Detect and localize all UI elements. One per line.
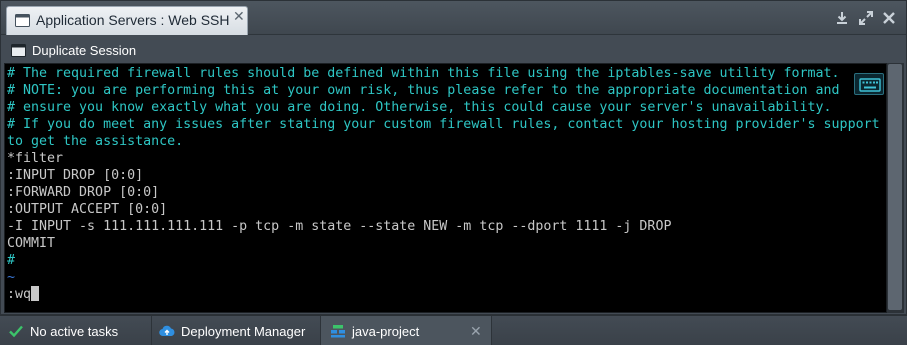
taskbar-divider: [491, 316, 492, 345]
deployment-manager-tab[interactable]: Deployment Manager: [159, 316, 305, 345]
close-icon[interactable]: [881, 10, 897, 26]
terminal-line: # If you do meet any issues after statin…: [7, 117, 880, 132]
terminal-line: #: [7, 253, 16, 268]
java-project-close-icon[interactable]: ✕: [470, 323, 482, 340]
terminal-lines: # The required firewall rules should be …: [7, 65, 886, 286]
terminal-line: :OUTPUT ACCEPT [0:0]: [7, 202, 168, 217]
terminal-line: # The required firewall rules should be …: [7, 66, 840, 81]
tab-close-icon[interactable]: ✕: [233, 9, 245, 23]
terminal-output[interactable]: # The required firewall rules should be …: [4, 63, 887, 313]
environment-icon: [331, 325, 345, 338]
title-bar: Application Servers : Web SSH ✕: [1, 1, 906, 35]
expand-icon[interactable]: [858, 10, 874, 26]
terminal-line: to get the assistance.: [7, 134, 184, 149]
command-text: :wq: [7, 287, 32, 302]
taskbar: No active tasks Deployment Manager java-…: [0, 315, 907, 345]
tab-web-ssh[interactable]: Application Servers : Web SSH ✕: [6, 6, 248, 35]
ssh-window: Application Servers : Web SSH ✕ Duplicat…: [0, 0, 907, 315]
download-icon[interactable]: [834, 10, 850, 26]
task-status-label: No active tasks: [30, 323, 119, 339]
java-project-tab[interactable]: java-project: [330, 316, 419, 345]
keyboard-button[interactable]: [854, 73, 884, 95]
duplicate-session-label: Duplicate Session: [32, 42, 137, 58]
terminal-line: :FORWARD DROP [0:0]: [7, 185, 160, 200]
duplicate-session-button[interactable]: Duplicate Session: [11, 40, 136, 60]
terminal-line: COMMIT: [7, 236, 56, 251]
task-status[interactable]: No active tasks: [8, 316, 118, 345]
taskbar-divider: [151, 316, 152, 345]
java-project-label: java-project: [352, 323, 420, 339]
terminal-line: # NOTE: you are performing this at your …: [7, 83, 840, 98]
text-cursor: [31, 286, 40, 301]
terminal-line: :INPUT DROP [0:0]: [7, 168, 144, 183]
cloud-upload-icon: [159, 325, 175, 337]
session-icon: [11, 43, 26, 57]
terminal-scrollbar[interactable]: [887, 63, 904, 313]
terminal-line: ~: [7, 270, 16, 285]
keyboard-icon: [859, 78, 881, 92]
terminal-line: -I INPUT -s 111.111.111.111 -p tcp -m st…: [7, 219, 672, 234]
scrollbar-thumb[interactable]: [888, 64, 902, 310]
window-icon: [15, 14, 30, 27]
command-line[interactable]: :wq: [7, 286, 886, 303]
deployment-manager-label: Deployment Manager: [181, 323, 306, 339]
terminal-line: *filter: [7, 151, 64, 166]
toolbar: Duplicate Session: [1, 36, 906, 63]
terminal-line: # ensure you know exactly what you are d…: [7, 100, 832, 115]
tab-title: Application Servers : Web SSH: [36, 12, 230, 28]
check-icon: [9, 325, 23, 338]
